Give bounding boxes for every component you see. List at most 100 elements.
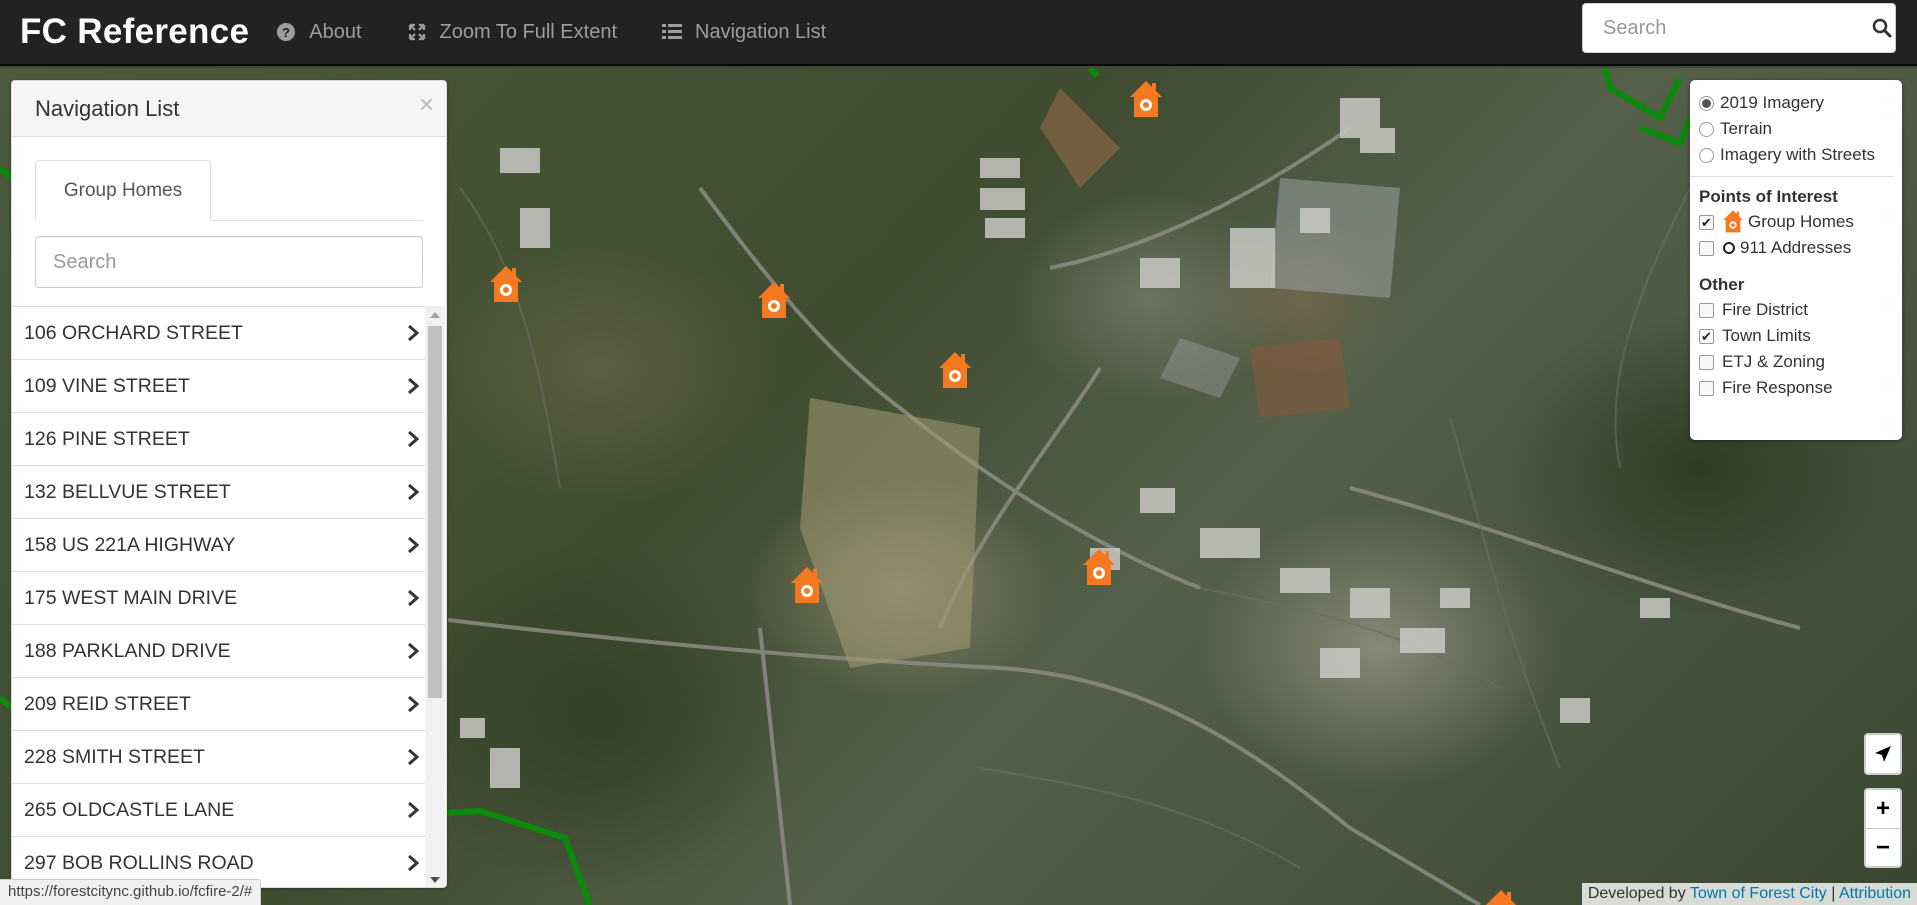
question-circle-icon: ?	[275, 21, 297, 43]
nav-zoom-full-extent[interactable]: Zoom To Full Extent	[406, 21, 617, 44]
group-home-marker[interactable]	[756, 280, 792, 322]
overlay-option[interactable]: Fire Response	[1699, 375, 1902, 401]
radio-button[interactable]	[1699, 121, 1714, 137]
chevron-right-icon	[407, 588, 421, 608]
checkbox[interactable]: ✔	[1699, 328, 1714, 344]
close-icon[interactable]: ×	[419, 89, 434, 120]
overlay-option[interactable]: Fire District	[1699, 297, 1902, 323]
zoom-control: + −	[1864, 788, 1902, 868]
list-item-label: 109 VINE STREET	[24, 374, 190, 397]
search-icon[interactable]	[1868, 18, 1895, 38]
group-home-marker[interactable]	[1128, 79, 1164, 121]
overlay-label: Fire Response	[1722, 378, 1833, 397]
nav-navigation-list[interactable]: Navigation List	[661, 21, 826, 44]
list-item-label: 175 WEST MAIN DRIVE	[24, 586, 238, 609]
attribution-link[interactable]: Attribution	[1839, 885, 1911, 902]
other-group-title: Other	[1699, 275, 1745, 294]
list-item[interactable]: 109 VINE STREET	[12, 359, 435, 412]
list-icon	[661, 21, 683, 43]
group-home-marker[interactable]	[1081, 547, 1117, 589]
nav-about-label: About	[309, 20, 362, 43]
checkbox[interactable]: ✔	[1699, 214, 1714, 230]
overlay-option[interactable]: 911 Addresses	[1699, 235, 1902, 261]
nav-about[interactable]: ? About	[275, 20, 362, 44]
chevron-right-icon	[407, 800, 421, 820]
scroll-thumb[interactable]	[428, 326, 442, 698]
radio-button[interactable]	[1699, 147, 1714, 163]
list-item[interactable]: 188 PARKLAND DRIVE	[12, 624, 435, 677]
overlay-label: Town Limits	[1722, 326, 1811, 345]
locate-control	[1864, 733, 1902, 775]
tab-group-homes[interactable]: Group Homes	[35, 160, 211, 221]
list-item-label: 158 US 221A HIGHWAY	[24, 533, 236, 556]
basemap-option[interactable]: Imagery with Streets	[1699, 142, 1902, 168]
list-item[interactable]: 106 ORCHARD STREET	[12, 306, 435, 359]
list-item[interactable]: 158 US 221A HIGHWAY	[12, 518, 435, 571]
group-home-marker[interactable]	[789, 565, 825, 607]
basemap-label: Terrain	[1720, 119, 1772, 138]
chevron-right-icon	[407, 853, 421, 873]
checkbox[interactable]	[1699, 240, 1714, 256]
list-search	[35, 236, 423, 288]
list-search-input[interactable]	[53, 250, 422, 274]
group-home-marker[interactable]	[937, 350, 973, 392]
chevron-right-icon	[407, 641, 421, 661]
chevron-right-icon	[407, 747, 421, 767]
chevron-right-icon	[407, 376, 421, 396]
zoom-out-button[interactable]: −	[1866, 828, 1900, 866]
overlay-label: ETJ & Zoning	[1722, 352, 1825, 371]
navbar: FC Reference ? About Zoom To Full Extent…	[0, 0, 1917, 66]
brand-title[interactable]: FC Reference	[20, 12, 249, 52]
nav-navigation-list-label: Navigation List	[695, 20, 827, 43]
list-item-label: 126 PINE STREET	[24, 427, 190, 450]
navbar-search-input[interactable]	[1583, 4, 1868, 52]
chevron-right-icon	[407, 429, 421, 449]
list-item-label: 228 SMITH STREET	[24, 745, 205, 768]
list-item[interactable]: 132 BELLVUE STREET	[12, 465, 435, 518]
nav-zoom-label: Zoom To Full Extent	[439, 20, 617, 43]
list-item-label: 209 REID STREET	[24, 692, 191, 715]
checkbox[interactable]	[1699, 354, 1714, 370]
chevron-right-icon	[407, 323, 421, 343]
list-item[interactable]: 228 SMITH STREET	[12, 730, 435, 783]
list-item[interactable]: 126 PINE STREET	[12, 412, 435, 465]
chevron-right-icon	[407, 694, 421, 714]
checkbox[interactable]	[1699, 302, 1714, 318]
scroll-up-arrow-icon[interactable]	[430, 312, 440, 318]
scroll-down-arrow-icon[interactable]	[430, 877, 440, 883]
zoom-in-button[interactable]: +	[1866, 790, 1900, 828]
list-item-label: 297 BOB ROLLINS ROAD	[24, 851, 254, 874]
town-link[interactable]: Town of Forest City	[1690, 885, 1827, 902]
group-home-marker[interactable]	[488, 264, 524, 306]
radio-button[interactable]	[1699, 95, 1714, 111]
group-home-marker[interactable]	[1483, 888, 1519, 905]
chevron-right-icon	[407, 535, 421, 555]
panel-title: Navigation List	[35, 95, 180, 121]
basemap-label: Imagery with Streets	[1720, 145, 1875, 164]
list-item-label: 265 OLDCASTLE LANE	[24, 798, 235, 821]
list-item[interactable]: 265 OLDCASTLE LANE	[12, 783, 435, 836]
locate-button[interactable]	[1866, 735, 1900, 773]
attribution-bar: Developed by Town of Forest City | Attri…	[1581, 883, 1917, 905]
basemap-option[interactable]: Terrain	[1699, 116, 1902, 142]
panel-tabs: Group Homes	[35, 160, 423, 221]
checkbox[interactable]	[1699, 380, 1714, 396]
svg-text:?: ?	[282, 25, 290, 40]
navigation-list-panel: Navigation List × Group Homes 106 ORCHAR…	[11, 80, 447, 888]
list-item[interactable]: 175 WEST MAIN DRIVE	[12, 571, 435, 624]
location-arrow-icon	[1875, 746, 1891, 762]
attribution-prefix: Developed by	[1587, 885, 1686, 902]
list-item[interactable]: 209 REID STREET	[12, 677, 435, 730]
basemap-option[interactable]: 2019 Imagery	[1699, 90, 1902, 116]
overlay-option[interactable]: ✔ Town Limits	[1699, 323, 1902, 349]
address-list: 106 ORCHARD STREET 109 VINE STREET 126 P…	[12, 306, 435, 887]
list-scrollbar[interactable]	[425, 306, 445, 887]
list-item-label: 132 BELLVUE STREET	[24, 480, 231, 503]
group-home-icon	[1723, 210, 1743, 233]
status-url: https://forestcitync.github.io/fcfire-2/…	[0, 879, 262, 905]
overlay-option[interactable]: ✔ Group Homes	[1699, 209, 1902, 235]
fullscreen-icon	[406, 21, 428, 43]
list-item-label: 188 PARKLAND DRIVE	[24, 639, 231, 662]
list-item-label: 106 ORCHARD STREET	[24, 321, 243, 344]
overlay-option[interactable]: ETJ & Zoning	[1699, 349, 1902, 375]
